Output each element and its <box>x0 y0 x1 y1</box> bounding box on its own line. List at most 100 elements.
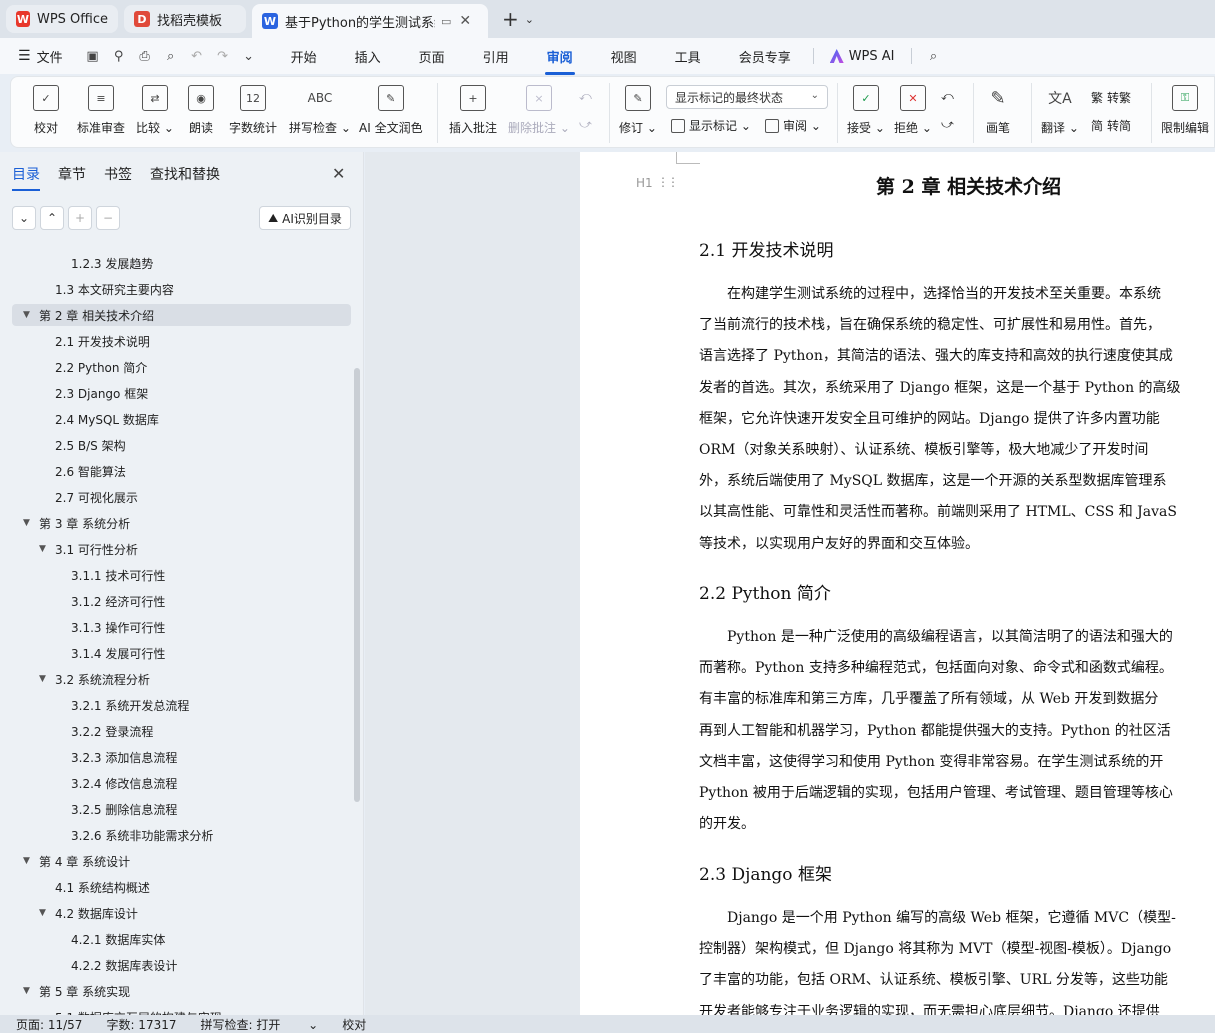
page-indicator[interactable]: 页面: 11/57 <box>16 1016 82 1033</box>
tab-docer-templates[interactable]: D 找稻壳模板 <box>124 5 246 33</box>
toc-item[interactable]: 4.1 系统结构概述 <box>12 876 150 898</box>
toc-item[interactable]: 2.6 智能算法 <box>12 460 126 482</box>
toc-item[interactable]: 1.2.3 发展趋势 <box>12 252 153 274</box>
chevron-down-icon[interactable]: ▼ <box>23 856 35 866</box>
accept-button[interactable]: ✓ 接受 ⌄ <box>847 85 885 136</box>
search-icon[interactable]: ⌕ <box>926 48 942 64</box>
proof-status[interactable]: 校对 <box>342 1016 366 1033</box>
standard-review-button[interactable]: ≡ 标准审查 <box>77 85 125 136</box>
ai-recognize-toc-button[interactable]: ⛰ AI识别目录 <box>259 206 351 230</box>
word-count-button[interactable]: 12 字数统计 <box>229 85 277 136</box>
spell-check-status[interactable]: 拼写检查: 打开 ⌄ <box>201 1016 319 1033</box>
chevron-down-icon[interactable]: ▼ <box>39 544 51 554</box>
menu-review[interactable]: 审阅 <box>544 47 575 75</box>
markup-display-dropdown[interactable]: 显示标记的最终状态 ⌄ <box>666 85 828 109</box>
toc-item[interactable]: 3.1.1 技术可行性 <box>12 564 165 586</box>
close-tab-icon[interactable]: ✕ <box>459 13 471 29</box>
delete-comment-button[interactable]: × 删除批注 ⌄ <box>508 85 570 136</box>
chevron-down-icon[interactable]: ⌄ <box>241 48 257 64</box>
toc-item[interactable]: 3.1.3 操作可行性 <box>12 616 165 638</box>
chevron-down-icon[interactable]: ⌄ <box>525 13 534 26</box>
toc-scrollbar[interactable] <box>354 368 360 802</box>
toc-item[interactable]: ▼ 第 3 章 系统分析 <box>12 512 130 534</box>
menu-page[interactable]: 页面 <box>417 47 447 66</box>
window-mode-icon[interactable]: ▭ <box>441 15 451 28</box>
insert-comment-button[interactable]: + 插入批注 <box>449 85 497 136</box>
share-icon[interactable]: ⚲ <box>111 48 127 64</box>
toc-item[interactable]: 3.1.2 经济可行性 <box>12 590 165 612</box>
print-preview-icon[interactable]: ⌕ <box>163 48 179 64</box>
toc-item[interactable]: 1.3 本文研究主要内容 <box>12 278 174 300</box>
close-icon[interactable]: ✕ <box>332 164 345 183</box>
toc-item[interactable]: 3.1.4 发展可行性 <box>12 642 165 664</box>
toc-item[interactable]: 2.3 Django 框架 <box>12 382 148 404</box>
tab-wps-office[interactable]: W WPS Office <box>6 5 118 33</box>
toc-item[interactable]: 3.2.1 系统开发总流程 <box>12 694 189 716</box>
collapse-all-icon[interactable]: ⌄ <box>12 206 36 230</box>
previous-comment-icon[interactable]: ⤺ <box>579 89 592 104</box>
next-comment-icon[interactable]: ⤻ <box>579 117 592 132</box>
ai-polish-button[interactable]: ✎ AI 全文润色 <box>359 85 423 136</box>
nav-tab-chapters[interactable]: 章节 <box>58 164 86 184</box>
toc-item[interactable]: 2.5 B/S 架构 <box>12 434 126 456</box>
menu-insert[interactable]: 插入 <box>353 47 383 66</box>
toc-item[interactable]: 3.2.4 修改信息流程 <box>12 772 177 794</box>
toc-item[interactable]: ▼ 第 4 章 系统设计 <box>12 850 130 872</box>
toc-item[interactable]: ▼ 3.2 系统流程分析 <box>12 668 150 690</box>
reject-button[interactable]: ✕ 拒绝 ⌄ <box>894 85 932 136</box>
print-icon[interactable]: ⎙ <box>137 48 153 64</box>
chevron-down-icon[interactable]: ▼ <box>23 310 35 320</box>
nav-tab-toc[interactable]: 目录 <box>12 164 40 191</box>
menu-tools[interactable]: 工具 <box>673 47 703 66</box>
tab-document[interactable]: W 基于Python的学生测试系统 ▭ ✕ <box>252 4 488 38</box>
toc-item[interactable]: 2.4 MySQL 数据库 <box>12 408 159 430</box>
chevron-down-icon[interactable]: ▼ <box>23 986 35 996</box>
new-tab-icon[interactable]: + <box>502 7 519 31</box>
menu-home[interactable]: 开始 <box>289 47 319 66</box>
spell-check-button[interactable]: ABC 拼写检查 ⌄ <box>289 85 351 136</box>
show-markup-button[interactable]: 显示标记 ⌄ <box>671 117 751 134</box>
redo-icon[interactable]: ↷ <box>215 48 231 64</box>
track-changes-button[interactable]: ✎ 修订 ⌄ <box>619 85 657 136</box>
translate-button[interactable]: 文A 翻译 ⌄ <box>1041 85 1079 136</box>
toc-item[interactable]: ▼ 3.1 可行性分析 <box>12 538 138 560</box>
compare-button[interactable]: ⇄ 比较 ⌄ <box>136 85 174 136</box>
previous-change-icon[interactable]: ⤺ <box>941 89 954 104</box>
toc-item[interactable]: 2.7 可视化展示 <box>12 486 138 508</box>
document-page[interactable] <box>580 152 1215 1015</box>
nav-tab-find-replace[interactable]: 查找和替换 <box>150 164 220 184</box>
toc-item[interactable]: 2.2 Python 简介 <box>12 356 147 378</box>
save-icon[interactable]: ▣ <box>85 48 101 64</box>
drag-handle-icon[interactable]: ⋮⋮ <box>657 175 679 189</box>
chevron-down-icon[interactable]: ▼ <box>23 518 35 528</box>
to-traditional-button[interactable]: 繁 转繁 <box>1091 89 1131 106</box>
toc-item[interactable]: 3.2.6 系统非功能需求分析 <box>12 824 213 846</box>
toc-item[interactable]: 4.2.1 数据库实体 <box>12 928 165 950</box>
add-heading-icon[interactable]: + <box>68 206 92 230</box>
nav-tab-bookmarks[interactable]: 书签 <box>104 164 132 184</box>
menu-references[interactable]: 引用 <box>481 47 511 66</box>
expand-up-icon[interactable]: ⌃ <box>40 206 64 230</box>
menu-membership[interactable]: 会员专享 <box>737 47 793 66</box>
next-change-icon[interactable]: ⤻ <box>941 117 954 132</box>
wps-ai-button[interactable]: WPS AI <box>829 49 895 64</box>
undo-icon[interactable]: ↶ <box>189 48 205 64</box>
word-count-indicator[interactable]: 字数: 17317 <box>106 1016 176 1033</box>
remove-heading-icon[interactable]: − <box>96 206 120 230</box>
review-pane-button[interactable]: 审阅 ⌄ <box>765 117 821 134</box>
toc-item[interactable]: ▼ 第 5 章 系统实现 <box>12 980 130 1002</box>
read-aloud-button[interactable]: ◉ 朗读 <box>188 85 214 136</box>
toc-item[interactable]: 2.1 开发技术说明 <box>12 330 150 352</box>
toc-item[interactable]: 3.2.3 添加信息流程 <box>12 746 177 768</box>
to-simplified-button[interactable]: 简 转简 <box>1091 117 1131 134</box>
menu-view[interactable]: 视图 <box>609 47 639 66</box>
chevron-down-icon[interactable]: ▼ <box>39 674 51 684</box>
restrict-edit-button[interactable]: ⚿ 限制编辑 <box>1161 85 1209 136</box>
toc-item[interactable]: ▼ 4.2 数据库设计 <box>12 902 138 924</box>
toc-item[interactable]: 4.2.2 数据库表设计 <box>12 954 177 976</box>
chevron-down-icon[interactable]: ▼ <box>39 908 51 918</box>
pen-button[interactable]: ✎ 画笔 <box>985 85 1011 136</box>
proofread-button[interactable]: ✓ 校对 <box>33 85 59 136</box>
toc-item[interactable]: 3.2.2 登录流程 <box>12 720 153 742</box>
toc-item[interactable]: ▼ 第 2 章 相关技术介绍 <box>12 304 351 326</box>
